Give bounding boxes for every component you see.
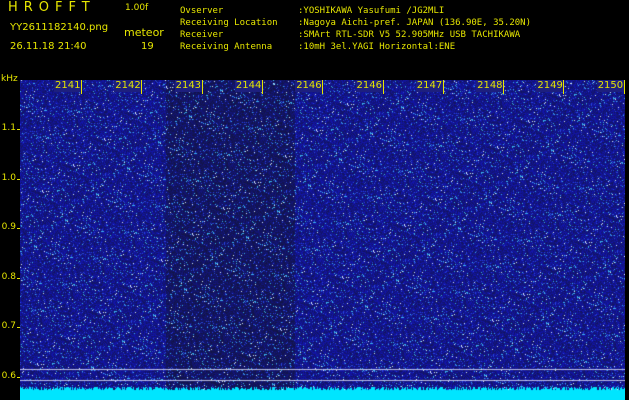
datetime-label: 26.11.18 21:40 <box>10 41 87 52</box>
station-value: :10mH 3el.YAGI Horizontal:ENE <box>298 42 456 52</box>
hrofft-window: HROFFT 1.00f YY2611182140.png 26.11.18 2… <box>0 0 629 400</box>
station-value: :SMArt RTL-SDR V5 52.905MHz USB TACHIKAW… <box>298 30 521 40</box>
x-tick-mark <box>563 80 565 94</box>
x-tick-label: 2142 <box>114 80 142 92</box>
x-tick-label: 2143 <box>174 80 203 92</box>
x-tick-label: 2146 <box>355 80 383 92</box>
x-tick-mark <box>322 80 324 94</box>
y-tick-label: 1.0 <box>1 172 16 183</box>
x-tick-mark <box>382 80 384 94</box>
spectrogram <box>20 80 625 400</box>
station-value: :YOSHIKAWA Yasufumi /JG2MLI <box>298 6 445 16</box>
station-label: Receiving Antenna <box>180 42 273 52</box>
app-title: HROFFT <box>8 0 96 15</box>
station-label: Ovserver <box>180 6 224 16</box>
meteor-label: meteor <box>124 26 164 39</box>
y-tick-label: 0.6 <box>1 370 16 381</box>
right-border <box>625 80 629 400</box>
station-row-location: Receiving Location :Nagoya Aichi-pref. JA… <box>180 18 531 28</box>
x-tick-mark <box>81 80 82 94</box>
y-tick-label: 0.8 <box>1 271 16 282</box>
filename-label: YY2611182140.png <box>10 22 109 33</box>
y-tick-label: 0.9 <box>1 222 16 232</box>
version-label: 1.00f <box>125 3 149 13</box>
x-tick-mark <box>261 80 263 94</box>
x-tick-mark <box>442 80 444 94</box>
y-axis: 1.1 1.0 0.9 0.8 0.7 0.6 <box>0 80 20 400</box>
spectrogram-canvas <box>20 80 625 400</box>
x-tick-label: 2147 <box>415 80 444 92</box>
station-label: Receiving Location <box>180 18 278 28</box>
y-tick-label: 1.1 <box>1 123 16 133</box>
x-tick-mark <box>503 80 505 94</box>
x-tick-label: 2141 <box>54 80 82 92</box>
x-tick-label: 2150 <box>596 80 625 92</box>
x-tick-label: 2144 <box>234 80 263 92</box>
x-tick-label: 2146 <box>295 80 323 92</box>
x-tick-mark <box>141 80 143 94</box>
station-value: :Nagoya Aichi-pref. JAPAN (136.90E, 35.2… <box>298 18 531 28</box>
station-row-observer: Ovserver :YOSHIKAWA Yasufumi /JG2MLI <box>180 6 444 16</box>
station-row-antenna: Receiving Antenna :10mH 3el.YAGI Horizont… <box>180 42 455 52</box>
station-label: Receiver <box>180 30 224 40</box>
x-tick-mark <box>201 80 203 94</box>
x-tick-label: 2149 <box>536 80 564 92</box>
y-tick-label: 0.7 <box>1 321 16 331</box>
meteor-count: 19 <box>141 41 154 52</box>
station-row-receiver: Receiver :SMArt RTL-SDR V5 52.905MHz USB … <box>180 30 520 40</box>
x-tick-label: 2148 <box>476 80 504 92</box>
